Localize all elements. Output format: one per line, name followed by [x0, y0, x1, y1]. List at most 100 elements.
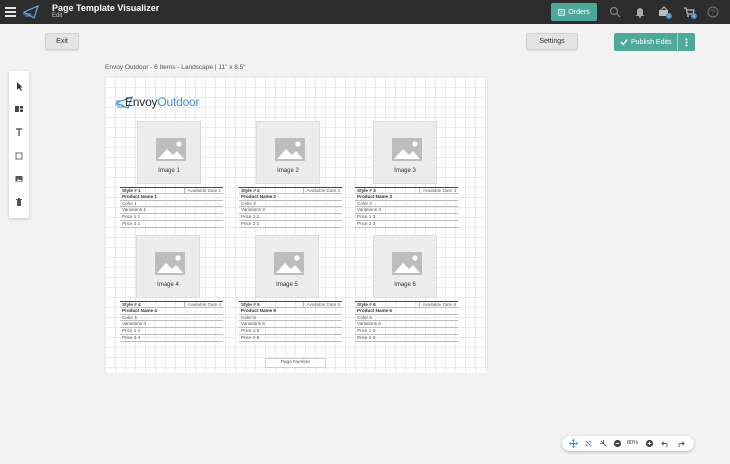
bell-icon[interactable]: [634, 6, 646, 18]
style-number: Style # 4: [122, 302, 141, 307]
brand-name-part2: Outdoor: [157, 95, 200, 109]
price2-field[interactable]: Price 2 4: [120, 335, 223, 342]
price1-field[interactable]: Price 1 6: [355, 328, 458, 335]
variations-field[interactable]: Variations 4: [120, 321, 223, 329]
image-placeholder-icon: [155, 252, 185, 275]
image-placeholder-icon: [274, 252, 304, 275]
product-fields: Style # 1 Available Date 1 Product Name 1C…: [120, 187, 223, 228]
product-image-box[interactable]: Image 1: [137, 121, 201, 184]
style-number: Style # 3: [357, 188, 376, 193]
image-placeholder-icon: [156, 138, 186, 161]
style-field[interactable]: Style # 2 Available Date 2: [239, 187, 342, 194]
color-field[interactable]: Color 6: [355, 315, 458, 322]
product-name-field[interactable]: Product Name 2: [239, 194, 342, 201]
publish-more-button[interactable]: [677, 33, 695, 51]
product-name-field[interactable]: Product Name 1: [120, 194, 223, 201]
color-field[interactable]: Color 5: [239, 315, 342, 322]
redo-icon[interactable]: [676, 439, 685, 448]
style-field[interactable]: Style # 5 Available Date 5: [239, 301, 342, 308]
image-icon[interactable]: [14, 174, 24, 184]
product-image-box[interactable]: Image 5: [255, 235, 319, 298]
orders-button[interactable]: Orders: [551, 3, 597, 21]
variations-field[interactable]: Variations 2: [239, 207, 342, 215]
zoom-in-icon[interactable]: [645, 439, 654, 448]
hamburger-menu-icon[interactable]: [5, 7, 16, 17]
product-fields: Style # 5 Available Date 5 Product Name 5C…: [239, 301, 342, 342]
color-field[interactable]: Color 4: [120, 315, 223, 322]
publish-label: Publish Edits: [631, 38, 672, 46]
product-image-box[interactable]: Image 3: [373, 121, 437, 184]
brand-logo-text: EnvoyOutdoor: [125, 95, 200, 109]
select-icon[interactable]: [14, 81, 24, 91]
price2-field[interactable]: Price 2 1: [120, 221, 223, 228]
top-bar: Page Template Visualizer Edit Orders 1 1…: [0, 0, 730, 24]
price1-field[interactable]: Price 1 2: [239, 214, 342, 221]
image-label: Image 2: [277, 168, 299, 174]
price2-field[interactable]: Price 2 3: [355, 221, 458, 228]
image-label: Image 1: [158, 168, 180, 174]
style-field[interactable]: Style # 1 Available Date 1: [120, 187, 223, 194]
color-field[interactable]: Color 2: [239, 201, 342, 208]
page-number-field[interactable]: Page Number: [265, 358, 326, 368]
style-field[interactable]: Style # 4 Available Date 4: [120, 301, 223, 308]
product-fields: Style # 4 Available Date 4 Product Name 4C…: [120, 301, 223, 342]
product-image-box[interactable]: Image 4: [136, 235, 200, 298]
price1-field[interactable]: Price 1 4: [120, 328, 223, 335]
fit-to-screen-icon[interactable]: [569, 439, 578, 448]
product-name-field[interactable]: Product Name 5: [239, 308, 342, 315]
app-logo-icon: [22, 4, 39, 19]
check-icon: [620, 39, 628, 46]
grid-toggle-icon[interactable]: [584, 439, 593, 448]
text-icon[interactable]: [14, 127, 24, 137]
price1-field[interactable]: Price 1 3: [355, 214, 458, 221]
product-image-box[interactable]: Image 2: [256, 121, 320, 184]
style-number: Style # 1: [122, 188, 141, 193]
product-fields: Style # 3 Available Date 3 Product Name 3C…: [355, 187, 458, 228]
cart-transfer-badge: 1: [666, 13, 672, 19]
image-label: Image 4: [157, 282, 179, 288]
image-placeholder-icon: [392, 138, 422, 161]
price2-field[interactable]: Price 2 6: [355, 335, 458, 342]
help-icon[interactable]: ?: [707, 6, 719, 18]
settings-button[interactable]: Settings: [526, 33, 578, 50]
more-vertical-icon: [685, 38, 688, 46]
document-label: Envoy Outdoor - 6 Items - Landscape | 11…: [105, 64, 246, 71]
snap-toggle-icon[interactable]: [599, 439, 608, 448]
price2-field[interactable]: Price 2 5: [239, 335, 342, 342]
zoom-controls: 80%: [562, 436, 694, 451]
product-image-box[interactable]: Image 6: [373, 235, 437, 298]
undo-icon[interactable]: [661, 439, 670, 448]
cart-badge: 1: [691, 13, 697, 19]
product-name-field[interactable]: Product Name 4: [120, 308, 223, 315]
style-number: Style # 5: [241, 302, 260, 307]
search-icon[interactable]: [609, 6, 621, 18]
variations-field[interactable]: Variations 6: [355, 321, 458, 329]
orders-label: Orders: [568, 8, 590, 16]
style-field[interactable]: Style # 3 Available Date 3: [355, 187, 458, 194]
orders-icon: [558, 8, 566, 16]
color-field[interactable]: Color 1: [120, 201, 223, 208]
price1-field[interactable]: Price 1 1: [120, 214, 223, 221]
product-name-field[interactable]: Product Name 6: [355, 308, 458, 315]
image-placeholder-icon: [275, 138, 305, 161]
zoom-out-icon[interactable]: [613, 439, 622, 448]
app-title: Page Template Visualizer: [52, 3, 160, 13]
variations-field[interactable]: Variations 1: [120, 207, 223, 215]
shape-icon[interactable]: [14, 151, 24, 161]
style-field[interactable]: Style # 6 Available Date 6: [355, 301, 458, 308]
trash-icon[interactable]: [14, 197, 24, 207]
brand-name-part1: Envoy: [125, 95, 158, 109]
price2-field[interactable]: Price 2 2: [239, 221, 342, 228]
page-canvas[interactable]: EnvoyOutdoor Image 1 Style # 1 Available D…: [105, 77, 487, 373]
layout-icon[interactable]: [14, 104, 24, 114]
price1-field[interactable]: Price 1 5: [239, 328, 342, 335]
svg-text:?: ?: [711, 10, 715, 17]
product-name-field[interactable]: Product Name 3: [355, 194, 458, 201]
exit-button[interactable]: Exit: [45, 33, 79, 50]
variations-field[interactable]: Variations 5: [239, 321, 342, 329]
zoom-level: 80%: [627, 440, 639, 446]
style-number: Style # 2: [241, 188, 260, 193]
app-subtitle: Edit: [52, 13, 63, 19]
variations-field[interactable]: Variations 3: [355, 207, 458, 215]
color-field[interactable]: Color 3: [355, 201, 458, 208]
